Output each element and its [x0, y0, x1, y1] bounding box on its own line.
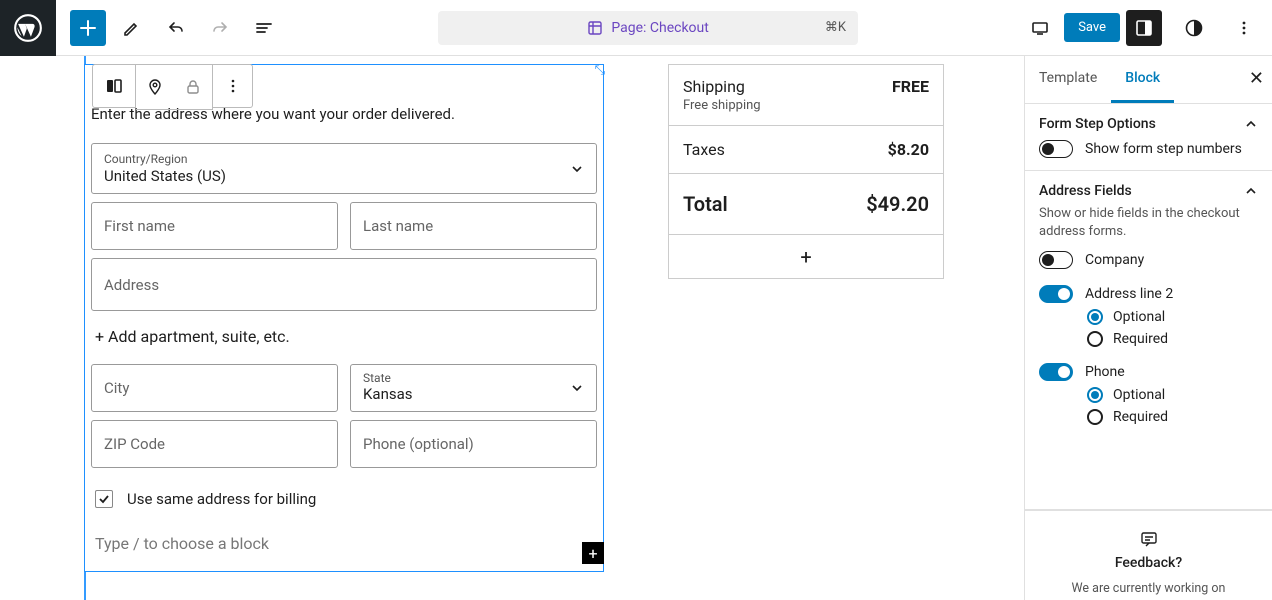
country-value: United States (US)	[104, 167, 584, 185]
order-summary: Shipping FREE Free shipping Taxes $8.20 …	[668, 64, 944, 572]
optional-label: Optional	[1113, 309, 1165, 325]
phone-input[interactable]: Phone (optional)	[350, 420, 597, 468]
tab-block[interactable]: Block	[1111, 56, 1174, 103]
page-title-text: Checkout	[650, 20, 709, 36]
block-more-icon[interactable]	[213, 64, 253, 108]
redo-button[interactable]	[202, 10, 238, 46]
last-name-input[interactable]: Last name	[350, 202, 597, 250]
first-name-input[interactable]: First name	[91, 202, 338, 250]
block-type-icon[interactable]	[92, 64, 136, 108]
save-button[interactable]: Save	[1064, 13, 1120, 42]
required-label: Required	[1113, 409, 1168, 425]
shipping-value: FREE	[892, 77, 929, 96]
country-label: Country/Region	[104, 152, 584, 166]
add-apartment-link[interactable]: + Add apartment, suite, etc.	[85, 317, 603, 356]
edit-icon[interactable]	[114, 10, 150, 46]
phone-required-radio[interactable]	[1087, 409, 1103, 425]
form-step-options-title: Form Step Options	[1039, 116, 1156, 132]
taxes-label: Taxes	[683, 140, 725, 159]
show-step-numbers-label: Show form step numbers	[1085, 141, 1242, 157]
close-sidebar-icon[interactable]: ✕	[1249, 68, 1264, 89]
wordpress-logo[interactable]	[0, 0, 56, 56]
address-input[interactable]: Address	[104, 276, 159, 294]
add-block-inline-button[interactable]: +	[582, 542, 604, 564]
resize-handle-icon[interactable]: ⤡	[595, 63, 605, 78]
page-title-pill[interactable]: Page: Checkout ⌘K	[438, 11, 858, 45]
taxes-value: $8.20	[888, 140, 929, 159]
total-value: $49.20	[866, 192, 929, 216]
address-line2-toggle[interactable]	[1039, 285, 1073, 303]
phone-label: Phone	[1085, 364, 1125, 380]
addr2-required-radio[interactable]	[1087, 331, 1103, 347]
company-label: Company	[1085, 252, 1144, 268]
undo-button[interactable]	[158, 10, 194, 46]
chevron-down-icon	[570, 162, 584, 176]
billing-checkbox-label: Use same address for billing	[127, 490, 316, 508]
settings-sidebar-toggle[interactable]	[1126, 10, 1162, 46]
phone-optional-radio[interactable]	[1087, 387, 1103, 403]
location-pin-icon[interactable]	[136, 65, 174, 109]
shipping-label: Shipping	[683, 77, 745, 96]
shipping-address-block[interactable]: ⤡ Enter the address where you want your …	[84, 64, 604, 572]
optional-label: Optional	[1113, 387, 1165, 403]
chevron-up-icon[interactable]	[1244, 117, 1258, 131]
total-label: Total	[683, 192, 728, 216]
feedback-title[interactable]: Feedback?	[1039, 555, 1258, 571]
add-block-summary-button[interactable]: +	[668, 235, 944, 279]
state-label: State	[363, 371, 584, 385]
chevron-down-icon	[570, 381, 584, 395]
styles-icon[interactable]	[1176, 10, 1212, 46]
keyboard-shortcut: ⌘K	[825, 20, 846, 35]
tab-template[interactable]: Template	[1025, 56, 1111, 103]
country-select[interactable]: Country/Region United States (US)	[91, 143, 597, 194]
lock-icon[interactable]	[174, 65, 212, 109]
address-fields-title: Address Fields	[1039, 183, 1132, 199]
add-block-button[interactable]	[70, 10, 106, 46]
view-icon[interactable]	[1022, 10, 1058, 46]
phone-toggle[interactable]	[1039, 363, 1073, 381]
zip-input[interactable]: ZIP Code	[91, 420, 338, 468]
feedback-icon	[1039, 529, 1258, 549]
state-value: Kansas	[363, 385, 584, 403]
city-input[interactable]: City	[91, 364, 338, 412]
more-options-icon[interactable]	[1226, 10, 1262, 46]
required-label: Required	[1113, 331, 1168, 347]
document-overview-button[interactable]	[246, 10, 282, 46]
block-appender[interactable]: Type / to choose a block +	[85, 518, 603, 563]
page-prefix: Page:	[611, 20, 646, 36]
inspector-sidebar: Template Block ✕ Form Step Options Show …	[1024, 56, 1272, 600]
page-icon	[587, 20, 603, 36]
shipping-sub: Free shipping	[669, 98, 943, 125]
billing-checkbox[interactable]	[95, 490, 113, 508]
chevron-up-icon[interactable]	[1244, 184, 1258, 198]
company-toggle[interactable]	[1039, 251, 1073, 269]
address-line2-label: Address line 2	[1085, 286, 1173, 302]
address-fields-help: Show or hide fields in the checkout addr…	[1039, 205, 1258, 241]
state-select[interactable]: State Kansas	[350, 364, 597, 412]
feedback-sub: We are currently working on	[1039, 581, 1258, 596]
show-step-numbers-toggle[interactable]	[1039, 140, 1073, 158]
addr2-optional-radio[interactable]	[1087, 309, 1103, 325]
block-toolbar	[92, 64, 253, 110]
